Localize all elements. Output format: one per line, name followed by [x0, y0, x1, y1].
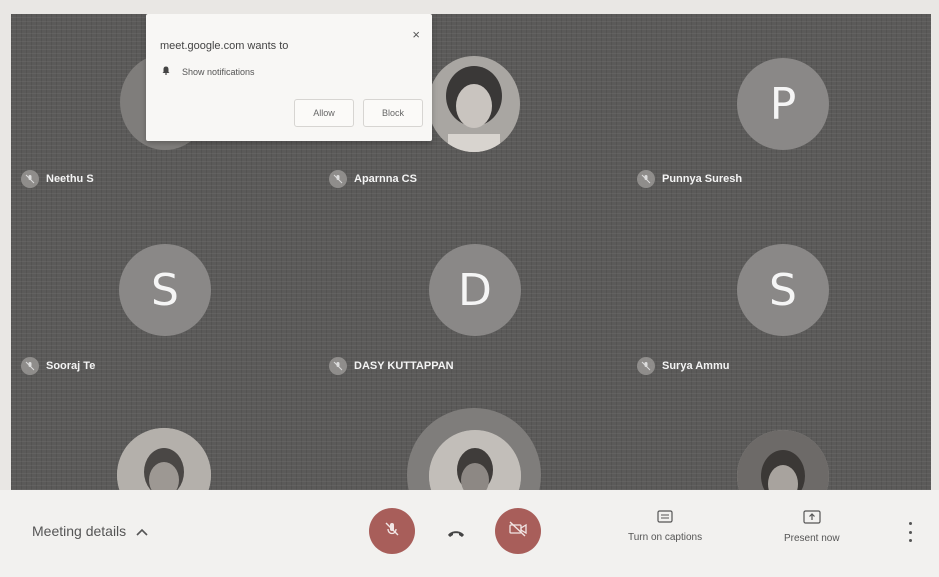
mic-off-icon: [329, 170, 347, 188]
mic-off-icon: [383, 520, 401, 543]
leave-call-button[interactable]: [437, 516, 475, 554]
more-vert-dot: [908, 530, 912, 534]
allow-button[interactable]: Allow: [294, 99, 354, 127]
chevron-up-icon: [136, 523, 148, 539]
phone-hangup-icon: [447, 526, 465, 544]
present-label: Present now: [784, 533, 840, 544]
participant-initial-avatar: D: [429, 244, 521, 336]
participant-name: Neethu S: [46, 173, 94, 185]
participant-name: Aparnna CS: [354, 173, 417, 185]
popup-title: meet.google.com wants to: [160, 40, 289, 52]
mic-off-icon: [21, 170, 39, 188]
closed-captions-icon: [657, 510, 673, 526]
block-button[interactable]: Block: [363, 99, 423, 127]
permission-row: Show notifications: [162, 66, 255, 77]
more-vert-dot: [908, 539, 912, 542]
participant-tile-surya: Surya Ammu: [637, 357, 729, 375]
camera-toggle-button[interactable]: [495, 508, 541, 554]
participant-name: Sooraj Te: [46, 360, 96, 372]
participant-photo: [428, 56, 520, 152]
participant-initial-avatar: S: [737, 244, 829, 336]
participant-photo: [737, 430, 829, 490]
participant-tile-punnya: Punnya Suresh: [637, 170, 742, 188]
video-grid: Neethu S Aparnna CS P Punnya Suresh S So…: [11, 14, 931, 490]
close-icon[interactable]: ×: [412, 27, 420, 42]
participant-name: Surya Ammu: [662, 360, 730, 372]
mic-toggle-button[interactable]: [369, 508, 415, 554]
notification-permission-popup: meet.google.com wants to × Show notifica…: [146, 14, 432, 141]
bell-icon: [162, 66, 170, 77]
more-options-button[interactable]: [903, 522, 917, 542]
present-now-button[interactable]: Present now: [784, 510, 840, 544]
participant-initial-avatar: S: [119, 244, 211, 336]
permission-label: Show notifications: [182, 66, 255, 77]
participant-name: DASY KUTTAPPAN: [354, 360, 454, 372]
meeting-details-label: Meeting details: [32, 523, 127, 539]
participant-initial-avatar: P: [737, 58, 829, 150]
participant-tile-neethu: Neethu S: [21, 170, 94, 188]
participant-photo: [117, 428, 211, 490]
participant-name: Punnya Suresh: [662, 173, 743, 185]
captions-label: Turn on captions: [628, 532, 703, 543]
meeting-details-button[interactable]: Meeting details: [32, 523, 148, 539]
mic-off-icon: [21, 357, 39, 375]
mic-off-icon: [637, 170, 655, 188]
participant-tile-aparnna: Aparnna CS: [329, 170, 417, 188]
participant-tile-dasy: DASY KUTTAPPAN: [329, 357, 454, 375]
present-screen-icon: [803, 510, 821, 527]
captions-button[interactable]: Turn on captions: [628, 510, 702, 543]
video-off-icon: [508, 520, 528, 542]
mic-off-icon: [637, 357, 655, 375]
more-vert-icon: [908, 522, 912, 525]
mic-off-icon: [329, 357, 347, 375]
participant-tile-sooraj: Sooraj Te: [21, 357, 95, 375]
